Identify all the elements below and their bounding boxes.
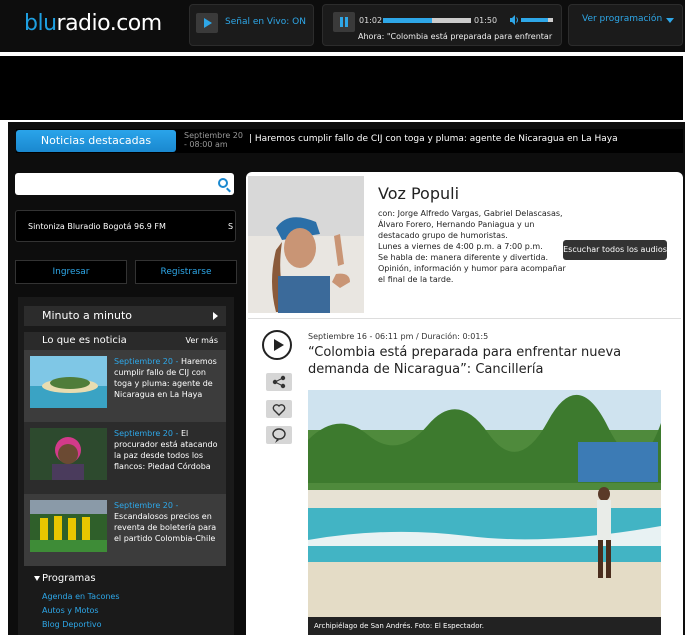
listen-all-button[interactable]: Escuchar todos los audios [563,240,667,260]
programas-link[interactable]: Autos y Motos [42,606,99,615]
comment-icon [272,428,286,443]
sintoniza-box: Sintoniza Bluradio Bogotá 96.9 FM S [15,210,236,242]
island-thumbnail [30,356,107,408]
progress-fill [383,18,433,23]
ad-banner [0,56,683,120]
like-button[interactable] [266,400,292,418]
pause-button[interactable] [333,12,355,32]
programas-link[interactable]: Agenda en Tacones [42,592,120,601]
programas-heading[interactable]: Programas [42,573,96,584]
top-bar: bluradio.com Señal en Vivo: ON 01:02 01:… [0,0,685,52]
article-headline[interactable]: “Colombia está preparada para enfrentar … [308,344,680,378]
con-label: con: [378,209,396,218]
news-text: Escandalosos precios en reventa de bolet… [114,512,217,543]
news-date: Septiembre 20 - [114,501,179,510]
speaker-icon[interactable] [509,15,519,25]
pause-icon [340,17,348,27]
schedule-text: Lunes a viernes de 4:00 p.m. a 7:00 p.m. [378,242,543,251]
minuto-label: Minuto a minuto [42,309,133,322]
ver-mas-link[interactable]: Ver más [186,332,218,350]
news-date: Septiembre 20 - [114,429,179,438]
topics-text: Se habla de: manera diferente y divertid… [378,253,549,262]
play-icon [204,18,212,28]
audio-meta: Septiembre 16 - 06:11 pm / Duración: 0:0… [308,332,489,341]
live-status-label: Señal en Vivo: ON [225,17,306,27]
comment-button[interactable] [266,426,292,444]
caret-down-icon [34,576,40,581]
chevron-right-icon [213,312,218,320]
audio-player: 01:02 01:50 Ahora: "Colombia está prepar… [322,4,562,46]
live-play-button[interactable] [196,13,218,33]
tab-noticias-destacadas[interactable]: Noticias destacadas [16,130,176,152]
progress-bar[interactable] [383,18,471,23]
now-playing: Ahora: "Colombia está preparada para enf… [358,32,553,41]
news-date: Septiembre 20 - [114,357,179,366]
desc-text: Opinión, información y humor para acompa… [378,264,566,284]
bluradio-logo[interactable]: bluradio.com [24,11,162,36]
chevron-down-icon [666,18,674,23]
lo-que-label: Lo que es noticia [42,335,127,346]
list-item[interactable]: Septiembre 20 - El procurador está ataca… [24,422,226,494]
list-item[interactable]: Septiembre 20 - Haremos cumplir fallo de… [24,350,226,422]
live-signal-panel: Señal en Vivo: ON [189,4,314,46]
ticker-headline[interactable]: | Haremos cumplir fallo de CIJ con toga … [249,134,618,144]
photo-caption: Archipiélago de San Andrés. Foto: El Esp… [308,617,661,635]
logo-blu: blu [24,11,57,36]
sintoniza-extra: S [228,222,234,231]
lo-que-es-noticia-header: Lo que es noticia Ver más [24,332,226,350]
programas-link[interactable]: Blog Deportivo [42,620,102,629]
main-content: Voz Populi con: Jorge Alfredo Vargas, Ga… [246,172,683,635]
article-photo [308,390,661,617]
programacion-label: Ver programación [582,14,663,24]
registrarse-button[interactable]: Registrarse [135,260,237,284]
news-ticker: Noticias destacadas Septiembre 20 - 08:0… [16,129,683,153]
divider [248,318,681,319]
volume-slider[interactable] [521,18,553,22]
logo-radio: radio.com [56,11,163,36]
play-icon[interactable] [262,330,292,360]
time-total: 01:50 [474,16,498,25]
page-title: Voz Populi [378,184,460,203]
list-item[interactable]: Septiembre 20 - Escandalosos precios en … [24,494,226,566]
program-description: con: Jorge Alfredo Vargas, Gabriel Delas… [378,208,568,285]
sintoniza-text: Sintoniza Bluradio Bogotá 96.9 FM [28,222,166,231]
share-icon [272,375,286,389]
minuto-a-minuto-button[interactable]: Minuto a minuto [24,306,226,326]
host-photo [248,176,364,313]
share-button[interactable] [266,373,292,391]
volume-fill [521,18,549,22]
search-input[interactable] [15,173,234,195]
time-elapsed: 01:02 [359,16,383,25]
programacion-dropdown[interactable]: Ver programación [568,4,683,46]
con-text: Jorge Alfredo Vargas, Gabriel Delascasas… [378,209,563,240]
football-thumbnail [30,500,107,552]
heart-icon [272,404,286,416]
ticker-date: Septiembre 20 - 08:00 am [184,131,243,149]
portrait-thumbnail [30,428,107,480]
ingresar-button[interactable]: Ingresar [15,260,127,284]
search-icon[interactable] [218,178,228,188]
